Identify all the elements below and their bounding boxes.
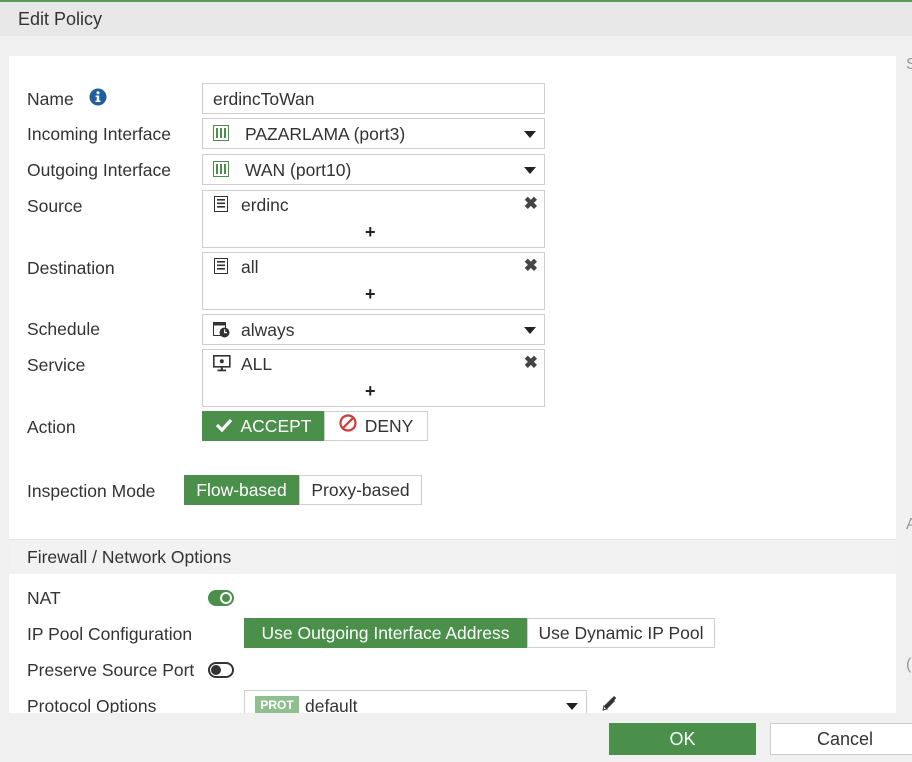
edit-pencil-icon[interactable]: [600, 695, 618, 713]
service-field[interactable]: ALL ✖ +: [202, 349, 545, 407]
destination-value: all: [241, 257, 259, 277]
edge-text-2: A: [906, 516, 912, 533]
add-source-button[interactable]: +: [365, 222, 376, 243]
name-input[interactable]: erdincToWan: [202, 83, 545, 114]
outgoing-interface-label: Outgoing Interface: [27, 160, 171, 180]
dialog-title: Edit Policy: [18, 9, 103, 29]
prot-badge: PROT: [255, 696, 299, 713]
service-label: Service: [27, 355, 86, 375]
preserve-source-port-label: Preserve Source Port: [27, 660, 195, 680]
incoming-interface-label: Incoming Interface: [27, 124, 171, 144]
cancel-button[interactable]: Cancel: [770, 723, 912, 755]
destination-label: Destination: [27, 258, 115, 278]
chevron-down-icon: [566, 703, 578, 710]
accept-button[interactable]: ACCEPT: [202, 411, 324, 441]
use-outgoing-interface-address-button[interactable]: Use Outgoing Interface Address: [244, 618, 527, 648]
schedule-value: always: [241, 320, 295, 340]
remove-destination-button[interactable]: ✖: [524, 256, 538, 276]
toggle-knob: [220, 592, 232, 604]
deny-label: DENY: [364, 416, 414, 436]
proxy-based-label: Proxy-based: [311, 480, 410, 500]
ok-button[interactable]: OK: [609, 723, 756, 755]
nat-toggle[interactable]: [208, 590, 234, 606]
info-icon[interactable]: [89, 88, 107, 111]
deny-button[interactable]: DENY: [324, 411, 428, 441]
policy-form: Name erdincToWan Incoming Interface PAZA…: [9, 56, 896, 713]
edge-text-1: S: [906, 56, 912, 73]
interface-icon: [213, 161, 229, 182]
name-label: Name: [27, 89, 74, 109]
inspection-mode-label: Inspection Mode: [27, 481, 156, 501]
incoming-interface-value: PAZARLAMA (port3): [245, 124, 406, 144]
name-value: erdincToWan: [213, 89, 315, 109]
check-icon: [215, 412, 233, 440]
schedule-icon: [213, 321, 230, 343]
add-destination-button[interactable]: +: [365, 284, 376, 305]
action-label: Action: [27, 417, 76, 437]
action-toggle-group: ACCEPT DENY: [202, 411, 428, 441]
outgoing-interface-select[interactable]: WAN (port10): [202, 154, 545, 185]
deny-icon: [339, 412, 357, 440]
add-service-button[interactable]: +: [365, 381, 376, 402]
accept-label: ACCEPT: [240, 416, 312, 436]
protocol-options-label: Protocol Options: [27, 696, 157, 713]
firewall-section-title: Firewall / Network Options: [27, 547, 232, 567]
flow-based-label: Flow-based: [196, 480, 287, 500]
interface-icon: [213, 125, 229, 146]
dialog-header: Edit Policy: [0, 0, 912, 36]
chevron-down-icon: [524, 131, 536, 138]
chevron-down-icon: [524, 167, 536, 174]
proxy-based-button[interactable]: Proxy-based: [299, 475, 422, 505]
inspection-mode-toggle-group: Flow-based Proxy-based: [184, 475, 422, 505]
source-label: Source: [27, 196, 83, 216]
source-value: erdinc: [241, 195, 289, 215]
service-value: ALL: [241, 354, 273, 374]
incoming-interface-select[interactable]: PAZARLAMA (port3): [202, 118, 545, 149]
toggle-knob: [211, 665, 221, 675]
use-dynamic-ip-pool-button[interactable]: Use Dynamic IP Pool: [527, 618, 715, 648]
ip-pool-toggle-group: Use Outgoing Interface Address Use Dynam…: [244, 618, 715, 648]
dialog-footer: OK Cancel: [0, 713, 912, 762]
address-icon: [213, 196, 229, 217]
remove-service-button[interactable]: ✖: [524, 353, 538, 373]
schedule-select[interactable]: always: [202, 314, 545, 345]
chevron-down-icon: [524, 327, 536, 334]
edge-text-3: (: [906, 656, 912, 673]
section-header: Firewall / Network Options: [9, 539, 896, 574]
protocol-options-select[interactable]: PROT default: [244, 690, 587, 713]
service-icon: [213, 355, 231, 377]
nat-label: NAT: [27, 588, 61, 608]
preserve-source-port-toggle[interactable]: [208, 662, 234, 678]
right-edge-panel: S A (: [896, 36, 912, 713]
remove-source-button[interactable]: ✖: [524, 194, 538, 214]
ip-pool-label: IP Pool Configuration: [27, 624, 193, 644]
destination-field[interactable]: all ✖ +: [202, 252, 545, 310]
use-outgoing-interface-address-label: Use Outgoing Interface Address: [261, 623, 510, 643]
use-dynamic-ip-pool-label: Use Dynamic IP Pool: [538, 623, 704, 643]
address-icon: [213, 258, 229, 279]
protocol-options-value: default: [305, 696, 358, 713]
flow-based-button[interactable]: Flow-based: [184, 475, 299, 505]
schedule-label: Schedule: [27, 319, 100, 339]
outgoing-interface-value: WAN (port10): [245, 160, 352, 180]
source-field[interactable]: erdinc ✖ +: [202, 190, 545, 248]
